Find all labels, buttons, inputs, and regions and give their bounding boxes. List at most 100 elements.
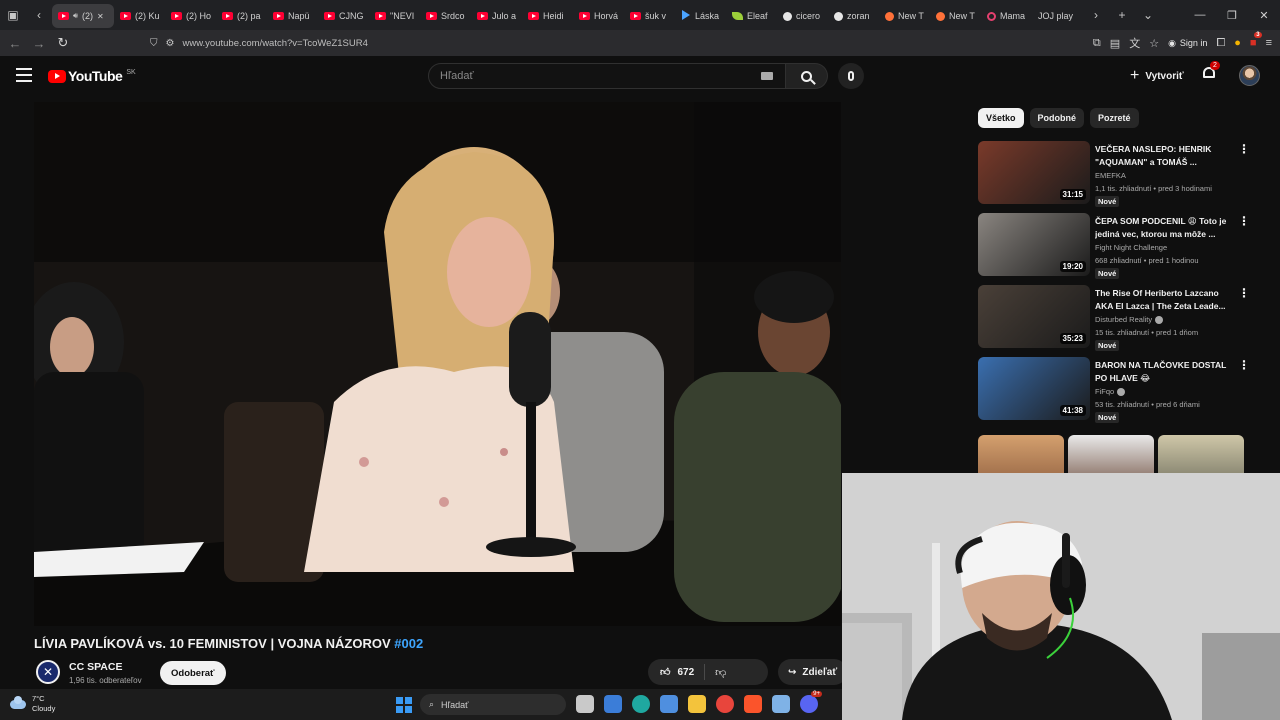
more-actions-icon[interactable]: ⋮ bbox=[1238, 359, 1250, 371]
extension-badge-icon[interactable]: ■ 3 bbox=[1250, 32, 1262, 49]
chip-related[interactable]: Podobné bbox=[1029, 108, 1085, 128]
short-thumbnail[interactable] bbox=[1068, 435, 1154, 475]
photos-icon[interactable] bbox=[660, 695, 678, 713]
browser-tab[interactable]: zoran bbox=[828, 4, 879, 28]
search-button[interactable] bbox=[786, 63, 828, 89]
discord-icon[interactable]: 9+ bbox=[800, 691, 822, 713]
browser-tab[interactable]: CJNG bbox=[318, 4, 369, 28]
recommendation-card[interactable]: 41:38 BARON NA TLAČOVKE DOSTAL PO HLAVE 😂… bbox=[978, 357, 1250, 423]
recommendation-card[interactable]: 31:15 VEČERA NASLEPO: HENRIK "AQUAMAN" a … bbox=[978, 141, 1250, 207]
channel-avatar[interactable]: ✕ bbox=[36, 660, 60, 684]
notepad-icon[interactable] bbox=[772, 695, 790, 713]
youtube-logo[interactable]: YouTube SK bbox=[48, 68, 136, 84]
recommendation-thumbnail[interactable]: 41:38 bbox=[978, 357, 1090, 420]
subscribe-button[interactable]: Odoberať bbox=[160, 661, 226, 685]
store-icon[interactable] bbox=[604, 695, 622, 713]
browser-tab[interactable]: (2) Ho bbox=[165, 4, 216, 28]
browser-tab[interactable]: 🔊︎ (2) ✕ bbox=[52, 4, 114, 28]
recommendation-title[interactable]: ČEPA SOM PODCENIL 😩 Toto je jediná vec, … bbox=[1095, 215, 1233, 240]
file-explorer-icon[interactable] bbox=[576, 695, 594, 713]
vpn-icon[interactable]: ● bbox=[1234, 37, 1241, 49]
shield-icon[interactable]: ⛉ bbox=[150, 38, 158, 49]
restore-icon[interactable]: ❐ bbox=[1216, 9, 1248, 22]
chip-watched[interactable]: Pozreté bbox=[1090, 108, 1139, 128]
folder-icon[interactable] bbox=[688, 695, 706, 713]
short-thumbnail[interactable] bbox=[1158, 435, 1244, 475]
browser-tab[interactable]: New T bbox=[930, 4, 981, 28]
browser-tab[interactable]: (2) Ku bbox=[114, 4, 165, 28]
back-icon[interactable]: ← bbox=[3, 36, 27, 51]
browser-tab[interactable]: šuk v bbox=[624, 4, 675, 28]
chrome-icon[interactable] bbox=[716, 695, 734, 713]
more-actions-icon[interactable]: ⋮ bbox=[1238, 215, 1250, 227]
recommendation-channel[interactable]: EMEFKA bbox=[1095, 171, 1126, 180]
brave-icon[interactable] bbox=[744, 695, 762, 713]
site-settings-icon[interactable]: ⚙ bbox=[166, 38, 175, 49]
speaker-icon[interactable]: 🔊︎ bbox=[73, 11, 78, 21]
bookmark-star-icon[interactable]: ☆ bbox=[1149, 37, 1159, 50]
search-input[interactable]: Hľadať bbox=[428, 63, 786, 89]
browser-tab[interactable]: Srdco bbox=[420, 4, 471, 28]
weather-widget[interactable]: 7°C Cloudy bbox=[10, 694, 55, 714]
reload-icon[interactable]: ↻ bbox=[51, 35, 75, 51]
tab-list-icon[interactable]: ⌄ bbox=[1135, 0, 1161, 30]
browser-tab[interactable]: (2) pa bbox=[216, 4, 267, 28]
menu-icon[interactable]: ≡ bbox=[1266, 37, 1272, 49]
recommendation-thumbnail[interactable]: 19:20 bbox=[978, 213, 1090, 276]
short-thumbnail[interactable] bbox=[978, 435, 1064, 475]
keyboard-icon[interactable] bbox=[761, 72, 773, 80]
recommendation-thumbnail[interactable]: 35:23 bbox=[978, 285, 1090, 348]
guide-menu-icon[interactable] bbox=[16, 68, 32, 82]
create-button[interactable]: + Vytvoriť bbox=[1124, 64, 1190, 88]
more-actions-icon[interactable]: ⋮ bbox=[1238, 287, 1250, 299]
share-button[interactable]: ↪ Zdieľať bbox=[778, 659, 848, 685]
video-player[interactable] bbox=[34, 102, 841, 626]
recommendation-channel[interactable]: Fight Night Challenge bbox=[1095, 243, 1167, 252]
chip-all[interactable]: Všetko bbox=[978, 108, 1024, 128]
video-hashtag[interactable]: #002 bbox=[394, 636, 423, 651]
more-actions-icon[interactable]: ⋮ bbox=[1238, 143, 1250, 155]
notifications-button[interactable]: 2 bbox=[1202, 61, 1220, 83]
minimize-icon[interactable]: — bbox=[1184, 9, 1216, 21]
recommendation-card[interactable]: 19:20 ČEPA SOM PODCENIL 😩 Toto je jediná … bbox=[978, 213, 1250, 279]
browser-tab[interactable]: Mama bbox=[981, 4, 1032, 28]
browser-tab[interactable]: Napü bbox=[267, 4, 318, 28]
tab-scroll-left-icon[interactable]: ‹ bbox=[26, 0, 52, 30]
browser-tab[interactable]: Horvá bbox=[573, 4, 624, 28]
edge-icon[interactable] bbox=[632, 695, 650, 713]
extensions-icon[interactable]: ⧠ bbox=[1216, 37, 1225, 50]
browser-tab[interactable]: Eleaf bbox=[726, 4, 777, 28]
tab-scroll-right-icon[interactable]: › bbox=[1083, 0, 1109, 30]
screenshot-icon[interactable]: ▤ bbox=[1110, 37, 1120, 50]
account-avatar[interactable] bbox=[1239, 65, 1260, 86]
recommendation-channel[interactable]: Disturbed Reality bbox=[1095, 315, 1164, 324]
new-tab-button[interactable]: + bbox=[1109, 0, 1135, 30]
sign-in-button[interactable]: ◉ Sign in bbox=[1168, 38, 1207, 49]
recommendation-title[interactable]: BARON NA TLAČOVKE DOSTAL PO HLAVE 😂 bbox=[1095, 359, 1233, 384]
taskbar-search[interactable]: ⌕ Hľadať bbox=[420, 694, 566, 715]
channel-name[interactable]: CC SPACE bbox=[69, 661, 122, 673]
browser-tab[interactable]: Láska bbox=[675, 4, 726, 28]
like-button[interactable]: 👍︎ 672 bbox=[648, 664, 706, 680]
recommendation-title[interactable]: The Rise Of Heriberto Lazcano AKA El Laz… bbox=[1095, 287, 1233, 312]
browser-tab[interactable]: JOJ play bbox=[1032, 4, 1083, 28]
close-window-icon[interactable]: ✕ bbox=[1248, 9, 1280, 22]
recommendation-thumbnail[interactable]: 31:15 bbox=[978, 141, 1090, 204]
translate-icon[interactable]: 文 bbox=[1129, 35, 1140, 51]
forward-icon[interactable]: → bbox=[27, 36, 51, 51]
browser-tab[interactable]: Julo a bbox=[471, 4, 522, 28]
browser-tab[interactable]: cicero bbox=[777, 4, 828, 28]
recommendation-card[interactable]: 35:23 The Rise Of Heriberto Lazcano AKA E… bbox=[978, 285, 1250, 351]
windows-start-icon[interactable] bbox=[396, 697, 412, 713]
browser-tab[interactable]: "NEVI bbox=[369, 4, 420, 28]
close-tab-icon[interactable]: ✕ bbox=[97, 12, 104, 21]
browser-tab[interactable]: Heidi bbox=[522, 4, 573, 28]
dislike-button[interactable]: 👎︎ bbox=[705, 666, 726, 679]
recommendation-channel[interactable]: FiFqo bbox=[1095, 387, 1126, 396]
picture-in-picture-icon[interactable]: ⧉ bbox=[1093, 37, 1101, 50]
voice-search-button[interactable] bbox=[838, 63, 864, 89]
url-field[interactable]: ⛉ ⚙ www.youtube.com/watch?v=TcoWeZ1SUR4 bbox=[150, 33, 1050, 53]
browser-tab[interactable]: New T bbox=[879, 4, 930, 28]
recommendation-title[interactable]: VEČERA NASLEPO: HENRIK "AQUAMAN" a TOMÁŠ… bbox=[1095, 143, 1233, 168]
tab-actions-icon[interactable]: ▣ bbox=[0, 0, 26, 30]
